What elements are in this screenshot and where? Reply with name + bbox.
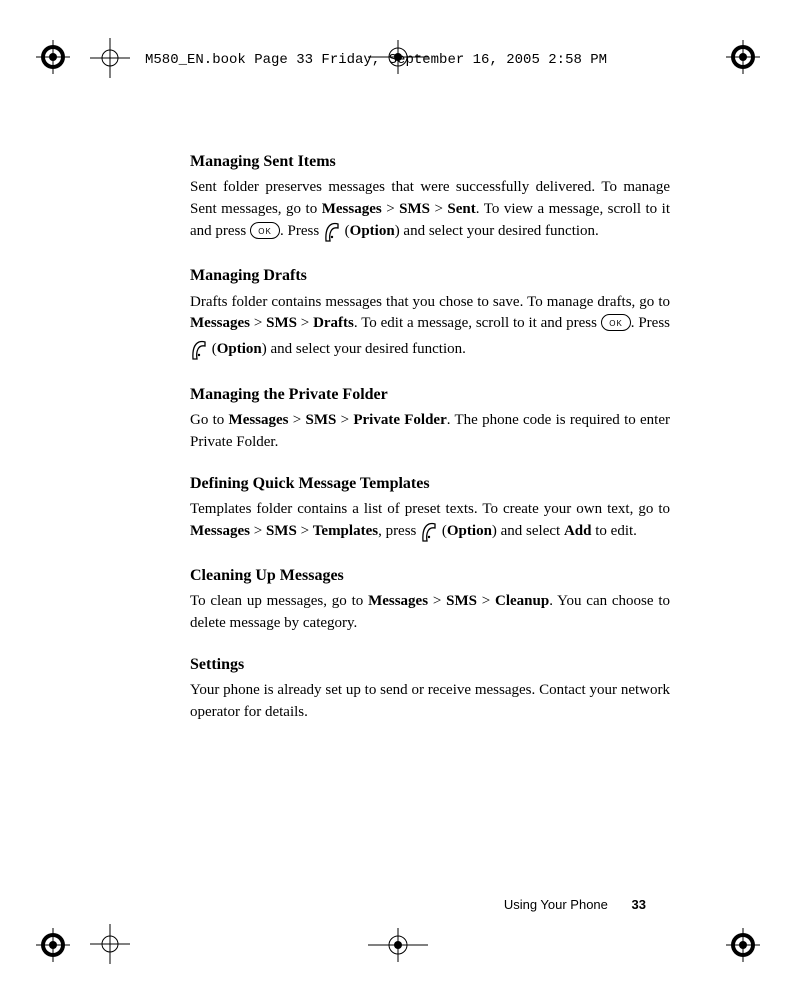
text: > bbox=[250, 523, 266, 539]
softkey-label-option: Option bbox=[350, 223, 395, 239]
menu-item-add: Add bbox=[564, 523, 592, 539]
menu-path-sent: Sent bbox=[447, 201, 475, 217]
menu-path-messages: Messages bbox=[229, 412, 289, 428]
text: . To edit a message, scroll to it and pr… bbox=[354, 315, 601, 331]
text: Go to bbox=[190, 412, 229, 428]
text: ) and select your desired function. bbox=[395, 223, 599, 239]
svg-text:OK: OK bbox=[609, 319, 623, 328]
menu-path-drafts: Drafts bbox=[313, 315, 354, 331]
text: > bbox=[430, 201, 447, 217]
text: ( bbox=[438, 523, 447, 539]
text: To clean up messages, go to bbox=[190, 593, 368, 609]
softkey-icon bbox=[323, 221, 341, 247]
menu-path-templates: Templates bbox=[313, 523, 378, 539]
softkey-icon bbox=[420, 521, 438, 547]
ok-button-icon: OK bbox=[250, 222, 280, 247]
center-mark-icon bbox=[368, 928, 428, 962]
crop-mark-icon bbox=[90, 38, 130, 78]
text: ( bbox=[341, 223, 350, 239]
text: > bbox=[289, 412, 306, 428]
text: Templates folder contains a list of pres… bbox=[190, 501, 670, 517]
text: > bbox=[428, 593, 446, 609]
registration-mark-icon bbox=[726, 928, 760, 962]
ok-button-icon: OK bbox=[601, 314, 631, 339]
menu-path-cleanup: Cleanup bbox=[495, 593, 549, 609]
menu-path-sms: SMS bbox=[306, 412, 337, 428]
heading-sent-items: Managing Sent Items bbox=[190, 150, 670, 173]
heading-private-folder: Managing the Private Folder bbox=[190, 383, 670, 406]
page-footer: Using Your Phone 33 bbox=[504, 897, 646, 912]
page-number: 33 bbox=[632, 897, 646, 912]
heading-templates: Defining Quick Message Templates bbox=[190, 472, 670, 495]
menu-path-sms: SMS bbox=[446, 593, 477, 609]
menu-path-messages: Messages bbox=[322, 201, 382, 217]
softkey-label-option: Option bbox=[447, 523, 492, 539]
text: . Press bbox=[631, 315, 670, 331]
menu-path-messages: Messages bbox=[368, 593, 428, 609]
text: Drafts folder contains messages that you… bbox=[190, 294, 670, 310]
crop-mark-icon bbox=[90, 924, 130, 964]
registration-mark-icon bbox=[36, 928, 70, 962]
menu-path-sms: SMS bbox=[399, 201, 430, 217]
heading-settings: Settings bbox=[190, 653, 670, 676]
para-drafts: Drafts folder contains messages that you… bbox=[190, 292, 670, 365]
menu-path-sms: SMS bbox=[266, 315, 297, 331]
text: ( bbox=[208, 341, 217, 357]
text: > bbox=[250, 315, 266, 331]
text: to edit. bbox=[592, 523, 637, 539]
text: > bbox=[336, 412, 353, 428]
para-sent-items: Sent folder preserves messages that were… bbox=[190, 177, 670, 246]
page-content: Managing Sent Items Sent folder preserve… bbox=[190, 150, 670, 732]
text: , press bbox=[378, 523, 420, 539]
text: > bbox=[477, 593, 495, 609]
para-private-folder: Go to Messages > SMS > Private Folder. T… bbox=[190, 410, 670, 454]
registration-mark-icon bbox=[36, 40, 70, 74]
text: > bbox=[382, 201, 399, 217]
text: > bbox=[297, 523, 313, 539]
heading-drafts: Managing Drafts bbox=[190, 264, 670, 287]
softkey-label-option: Option bbox=[217, 341, 262, 357]
svg-text:OK: OK bbox=[258, 227, 272, 236]
menu-path-sms: SMS bbox=[266, 523, 297, 539]
registration-mark-icon bbox=[726, 40, 760, 74]
menu-path-messages: Messages bbox=[190, 523, 250, 539]
text: ) and select bbox=[492, 523, 564, 539]
print-header-filename: M580_EN.book Page 33 Friday, September 1… bbox=[145, 52, 607, 68]
para-settings: Your phone is already set up to send or … bbox=[190, 680, 670, 724]
text: . Press bbox=[280, 223, 323, 239]
text: ) and select your desired function. bbox=[262, 341, 466, 357]
menu-path-private-folder: Private Folder bbox=[353, 412, 446, 428]
para-cleanup: To clean up messages, go to Messages > S… bbox=[190, 591, 670, 635]
heading-cleanup: Cleaning Up Messages bbox=[190, 564, 670, 587]
menu-path-messages: Messages bbox=[190, 315, 250, 331]
text: > bbox=[297, 315, 313, 331]
softkey-icon bbox=[190, 339, 208, 365]
footer-section-label: Using Your Phone bbox=[504, 897, 608, 912]
para-templates: Templates folder contains a list of pres… bbox=[190, 499, 670, 547]
